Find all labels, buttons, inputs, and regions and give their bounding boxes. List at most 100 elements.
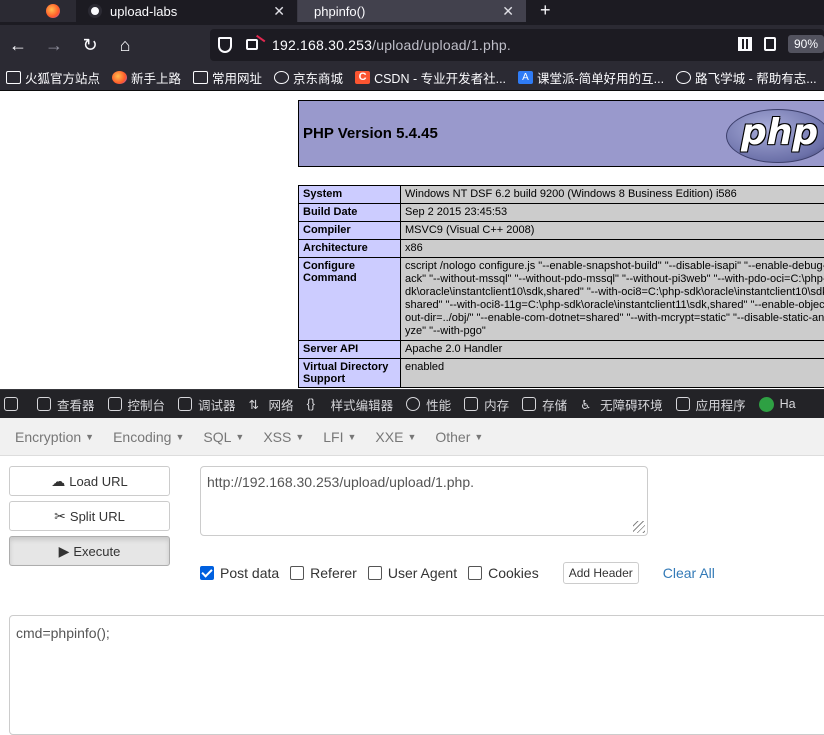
zoom-indicator[interactable]: 90% [788, 35, 824, 53]
navigation-bar: ← → ↻ ⌂ 192.168.30.253/upload/upload/1.p… [0, 25, 824, 65]
menu-xxe[interactable]: XXE▼ [375, 429, 416, 445]
menu-label: Encryption [15, 429, 81, 445]
tab-phpinfo[interactable]: phpinfo() ✕ [298, 0, 526, 22]
qr-code-icon[interactable] [738, 37, 752, 51]
reload-button[interactable]: ↻ [78, 33, 102, 57]
menu-encoding[interactable]: Encoding▼ [113, 429, 184, 445]
bookmark-item[interactable]: 京东商城 [274, 68, 343, 87]
bookmark-item[interactable]: CCSDN - 专业开发者社... [355, 68, 506, 87]
insecure-lock-icon[interactable] [246, 39, 258, 50]
address-bar[interactable]: 192.168.30.253/upload/upload/1.php. 90% [210, 29, 824, 61]
memory-icon [464, 397, 478, 411]
devtools-toolbar: 查看器 控制台 调试器 ⇅网络 {}样式编辑器 性能 内存 存储 ♿无障碍环境 … [0, 389, 824, 418]
url-text[interactable]: 192.168.30.253/upload/upload/1.php. [272, 37, 511, 53]
cloud-download-icon: ☁ [51, 473, 65, 490]
user-agent-checkbox[interactable]: User Agent [368, 565, 457, 581]
load-url-button[interactable]: ☁ Load URL [9, 466, 170, 496]
devtools-tab-label: 样式编辑器 [331, 395, 394, 414]
checkbox-label: Post data [220, 565, 279, 581]
add-header-button[interactable]: Add Header [563, 562, 639, 584]
post-data-input[interactable]: cmd=phpinfo(); [9, 615, 824, 735]
url-input-value: http://192.168.30.253/upload/upload/1.ph… [207, 474, 474, 490]
element-picker-button[interactable] [4, 397, 24, 411]
resize-grip-icon[interactable] [633, 521, 645, 533]
url-input[interactable]: http://192.168.30.253/upload/upload/1.ph… [200, 466, 648, 536]
checkbox-unchecked[interactable] [368, 566, 382, 580]
devtools-tab-console[interactable]: 控制台 [108, 395, 166, 414]
close-icon[interactable]: ✕ [273, 3, 285, 20]
bookmark-item[interactable]: 常用网址 [193, 68, 262, 87]
table-row: SystemWindows NT DSF 6.2 build 9200 (Win… [299, 186, 824, 204]
devtools-tab-application[interactable]: 应用程序 [676, 395, 746, 414]
bookmark-item[interactable]: 新手上路 [112, 68, 181, 87]
firefox-icon [112, 71, 127, 84]
debugger-icon [178, 397, 192, 411]
phpinfo-header: PHP Version 5.4.45 php [298, 100, 824, 167]
bookmark-label: 京东商城 [293, 68, 343, 87]
menu-label: SQL [203, 429, 231, 445]
row-key: Configure Command [299, 258, 401, 341]
devtools-tab-label: 应用程序 [696, 395, 746, 414]
devtools-tab-label: 控制台 [128, 395, 166, 414]
devtools-tab-label: Ha [780, 397, 796, 411]
menu-xss[interactable]: XSS▼ [263, 429, 304, 445]
close-icon[interactable]: ✕ [502, 3, 514, 20]
tab-strip: upload-labs ✕ phpinfo() ✕ + [0, 0, 824, 25]
devtools-tab-label: 存储 [542, 395, 567, 414]
scissors-icon: ✂ [54, 508, 66, 525]
devtools-tab-style-editor[interactable]: {}样式编辑器 [307, 395, 394, 414]
php-logo: php [726, 109, 824, 163]
tracking-protection-icon[interactable] [218, 37, 232, 53]
devtools-tab-inspector[interactable]: 查看器 [37, 395, 95, 414]
devtools-tab-network[interactable]: ⇅网络 [249, 395, 294, 414]
button-label: Load URL [69, 474, 128, 489]
devtools-tab-label: 性能 [426, 395, 451, 414]
bookmark-item[interactable]: 路飞学城 - 帮助有志... [676, 68, 817, 87]
row-value: MSVC9 (Visual C++ 2008) [401, 222, 824, 240]
bookmark-item[interactable]: A课堂派-简单好用的互... [518, 68, 664, 87]
tab-title: phpinfo() [314, 4, 365, 19]
devtools-tab-accessibility[interactable]: ♿无障碍环境 [580, 395, 663, 414]
menu-other[interactable]: Other ▼ [435, 429, 483, 445]
button-label: Execute [73, 544, 120, 559]
new-tab-button[interactable]: + [540, 0, 551, 20]
row-key: Virtual Directory Support [299, 359, 401, 388]
row-key: Server API [299, 341, 401, 359]
row-value: Sep 2 2015 23:45:53 [401, 204, 824, 222]
row-key: Compiler [299, 222, 401, 240]
bookmark-label: CSDN - 专业开发者社... [374, 68, 506, 87]
menu-sql[interactable]: SQL▼ [203, 429, 244, 445]
caret-down-icon: ▼ [474, 432, 483, 442]
split-url-button[interactable]: ✂Split URL [9, 501, 170, 531]
checkbox-unchecked[interactable] [290, 566, 304, 580]
back-button[interactable]: ← [6, 33, 30, 57]
clear-all-link[interactable]: Clear All [663, 565, 715, 581]
devtools-tab-hackbar[interactable]: Ha [759, 397, 796, 412]
cookies-checkbox[interactable]: Cookies [468, 565, 539, 581]
globe-icon [676, 71, 691, 84]
menu-label: Other [435, 429, 470, 445]
forward-button[interactable]: → [42, 33, 66, 57]
tab-firefox-view[interactable] [0, 0, 76, 22]
devtools-tab-memory[interactable]: 内存 [464, 395, 509, 414]
caret-down-icon: ▼ [295, 432, 304, 442]
row-value: x86 [401, 240, 824, 258]
post-data-checkbox[interactable]: Post data [200, 565, 279, 581]
execute-button[interactable]: ▶Execute [9, 536, 170, 566]
menu-label: XXE [375, 429, 403, 445]
globe-icon [274, 71, 289, 84]
tab-upload-labs[interactable]: upload-labs ✕ [76, 0, 298, 22]
checkbox-checked[interactable] [200, 566, 214, 580]
referer-checkbox[interactable]: Referer [290, 565, 357, 581]
bookmark-item[interactable]: 火狐官方站点 [6, 68, 100, 87]
row-value: cscript /nologo configure.js "--enable-s… [401, 258, 824, 341]
menu-encryption[interactable]: Encryption▼ [15, 429, 94, 445]
devtools-tab-debugger[interactable]: 调试器 [178, 395, 236, 414]
home-button[interactable]: ⌂ [113, 33, 137, 57]
checkbox-unchecked[interactable] [468, 566, 482, 580]
menu-lfi[interactable]: LFI▼ [323, 429, 356, 445]
row-key: Architecture [299, 240, 401, 258]
reader-view-icon[interactable] [764, 37, 776, 51]
devtools-tab-storage[interactable]: 存储 [522, 395, 567, 414]
devtools-tab-performance[interactable]: 性能 [406, 395, 451, 414]
